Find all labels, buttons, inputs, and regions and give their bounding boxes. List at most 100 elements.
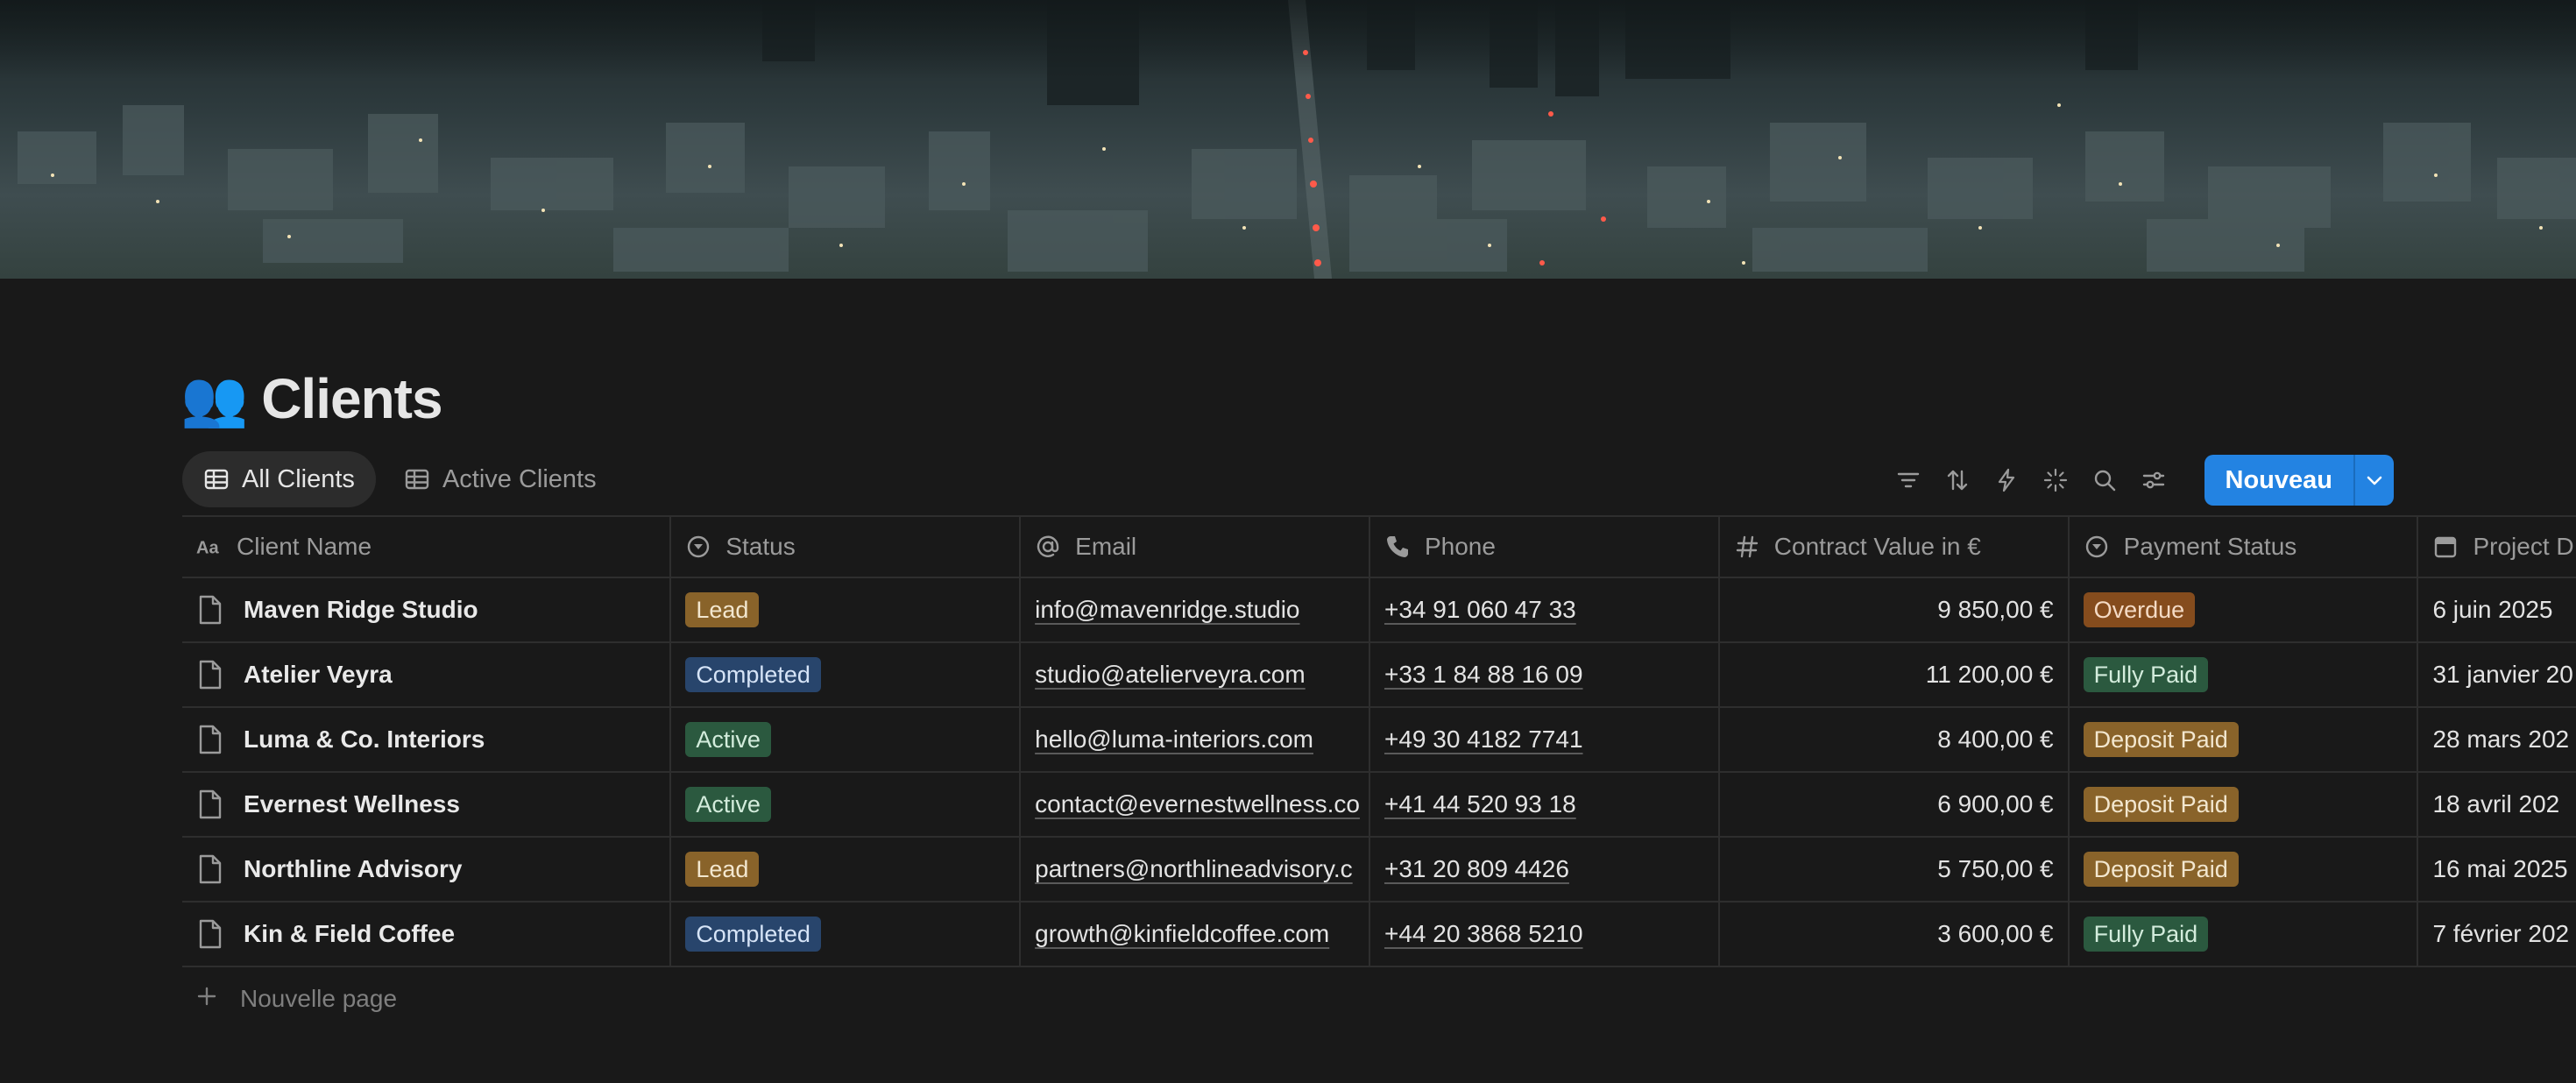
contract-value-cell[interactable]: 9 850,00 € — [1720, 578, 2070, 641]
client-name-cell[interactable]: Northline Advisory — [182, 838, 672, 901]
contract-value-cell[interactable]: 6 900,00 € — [1720, 773, 2070, 836]
email-link[interactable]: info@mavenridge.studio — [1035, 596, 1299, 624]
text-aa-icon: Aa — [196, 534, 223, 560]
new-button-group: Nouveau — [2204, 455, 2394, 506]
payment-status-badge: Overdue — [2083, 592, 2196, 627]
contract-value-cell[interactable]: 8 400,00 € — [1720, 708, 2070, 771]
phone-link[interactable]: +33 1 84 88 16 09 — [1384, 661, 1583, 689]
table-row[interactable]: Atelier Veyra Completed studio@atelierveyr… — [182, 643, 2576, 708]
phone-link[interactable]: +34 91 060 47 33 — [1384, 596, 1576, 624]
email-link[interactable]: studio@atelierveyra.com — [1035, 661, 1306, 689]
table-row[interactable]: Maven Ridge Studio Lead info@mavenridge.st… — [182, 578, 2576, 643]
client-name[interactable]: Atelier Veyra — [244, 661, 393, 689]
status-badge: Lead — [685, 852, 760, 887]
view-tab-all-clients[interactable]: All Clients — [182, 451, 376, 507]
people-emoji-icon[interactable]: 👥 — [180, 366, 248, 431]
client-name[interactable]: Evernest Wellness — [244, 790, 460, 818]
client-name[interactable]: Maven Ridge Studio — [244, 596, 478, 624]
client-name-cell[interactable]: Luma & Co. Interiors — [182, 708, 672, 771]
email-cell[interactable]: studio@atelierveyra.com — [1021, 643, 1370, 706]
status-cell[interactable]: Completed — [671, 902, 1022, 966]
filter-icon[interactable] — [1893, 464, 1924, 496]
email-cell[interactable]: hello@luma-interiors.com — [1021, 708, 1370, 771]
phone-cell[interactable]: +33 1 84 88 16 09 — [1370, 643, 1720, 706]
client-name[interactable]: Kin & Field Coffee — [244, 920, 455, 948]
table-row[interactable]: Kin & Field Coffee Completed growth@kinfie… — [182, 902, 2576, 967]
phone-cell[interactable]: +49 30 4182 7741 — [1370, 708, 1720, 771]
client-name[interactable]: Luma & Co. Interiors — [244, 726, 485, 754]
project-date-cell[interactable]: 28 mars 202 — [2418, 708, 2576, 771]
email-cell[interactable]: info@mavenridge.studio — [1021, 578, 1370, 641]
project-date-cell[interactable]: 18 avril 202 — [2418, 773, 2576, 836]
payment-status-badge: Fully Paid — [2083, 657, 2209, 692]
phone-link[interactable]: +41 44 520 93 18 — [1384, 790, 1576, 818]
phone-link[interactable]: +49 30 4182 7741 — [1384, 726, 1583, 754]
status-cell[interactable]: Lead — [671, 838, 1022, 901]
page-title[interactable]: 👥 Clients — [180, 364, 443, 434]
column-header-project-date[interactable]: Project D — [2418, 517, 2576, 577]
email-link[interactable]: partners@northlineadvisory.c — [1035, 855, 1353, 883]
status-icon — [2084, 534, 2110, 560]
column-header-email[interactable]: Email — [1021, 517, 1370, 577]
email-cell[interactable]: partners@northlineadvisory.c — [1021, 838, 1370, 901]
client-name-cell[interactable]: Evernest Wellness — [182, 773, 672, 836]
email-link[interactable]: contact@evernestwellness.co — [1035, 790, 1360, 818]
payment-status-badge: Fully Paid — [2083, 917, 2209, 952]
status-cell[interactable]: Completed — [671, 643, 1022, 706]
page-title-text[interactable]: Clients — [261, 366, 442, 431]
chevron-down-icon[interactable] — [2355, 455, 2394, 506]
add-new-page-row[interactable]: Nouvelle page — [196, 980, 397, 1018]
column-header-phone[interactable]: Phone — [1370, 517, 1720, 577]
column-header-label: Email — [1075, 533, 1137, 560]
status-cell[interactable]: Lead — [671, 578, 1022, 641]
sort-icon[interactable] — [1942, 464, 1973, 496]
email-cell[interactable]: growth@kinfieldcoffee.com — [1021, 902, 1370, 966]
phone-link[interactable]: +31 20 809 4426 — [1384, 855, 1569, 883]
client-name[interactable]: Northline Advisory — [244, 855, 462, 883]
phone-cell[interactable]: +31 20 809 4426 — [1370, 838, 1720, 901]
column-header-client-name[interactable]: Aa Client Name — [182, 517, 672, 577]
column-header-contract-value[interactable]: Contract Value in € — [1720, 517, 2070, 577]
client-name-cell[interactable]: Maven Ridge Studio — [182, 578, 672, 641]
contract-value-cell[interactable]: 11 200,00 € — [1720, 643, 2070, 706]
payment-status-cell[interactable]: Fully Paid — [2070, 643, 2419, 706]
page-cover-image[interactable] — [0, 0, 2576, 279]
ai-sparkle-icon[interactable] — [2040, 464, 2071, 496]
status-cell[interactable]: Active — [671, 708, 1022, 771]
email-cell[interactable]: contact@evernestwellness.co — [1021, 773, 1370, 836]
status-cell[interactable]: Active — [671, 773, 1022, 836]
project-date-cell[interactable]: 16 mai 2025 — [2418, 838, 2576, 901]
contract-value-cell[interactable]: 5 750,00 € — [1720, 838, 2070, 901]
phone-cell[interactable]: +34 91 060 47 33 — [1370, 578, 1720, 641]
phone-cell[interactable]: +41 44 520 93 18 — [1370, 773, 1720, 836]
email-link[interactable]: hello@luma-interiors.com — [1035, 726, 1313, 754]
search-icon[interactable] — [2089, 464, 2120, 496]
client-name-cell[interactable]: Kin & Field Coffee — [182, 902, 672, 966]
table-row[interactable]: Northline Advisory Lead partners@northline… — [182, 838, 2576, 902]
phone-cell[interactable]: +44 20 3868 5210 — [1370, 902, 1720, 966]
email-link[interactable]: growth@kinfieldcoffee.com — [1035, 920, 1329, 948]
client-name-cell[interactable]: Atelier Veyra — [182, 643, 672, 706]
project-date-cell[interactable]: 6 juin 2025 — [2418, 578, 2576, 641]
payment-status-cell[interactable]: Overdue — [2070, 578, 2419, 641]
project-date-cell[interactable]: 7 février 202 — [2418, 902, 2576, 966]
new-page-button[interactable]: Nouveau — [2204, 455, 2353, 506]
payment-status-cell[interactable]: Deposit Paid — [2070, 838, 2419, 901]
contract-value-cell[interactable]: 3 600,00 € — [1720, 902, 2070, 966]
settings-sliders-icon[interactable] — [2138, 464, 2169, 496]
view-tab-active-clients[interactable]: Active Clients — [383, 451, 618, 507]
project-date: 28 mars 202 — [2432, 726, 2570, 753]
column-header-payment-status[interactable]: Payment Status — [2070, 517, 2419, 577]
payment-status-cell[interactable]: Fully Paid — [2070, 902, 2419, 966]
payment-status-cell[interactable]: Deposit Paid — [2070, 773, 2419, 836]
status-badge: Completed — [685, 657, 821, 692]
phone-link[interactable]: +44 20 3868 5210 — [1384, 920, 1583, 948]
automation-bolt-icon[interactable] — [1991, 464, 2022, 496]
table-row[interactable]: Evernest Wellness Active contact@evernestw… — [182, 773, 2576, 838]
column-header-status[interactable]: Status — [671, 517, 1022, 577]
hash-icon — [1734, 534, 1760, 560]
table-row[interactable]: Luma & Co. Interiors Active hello@luma-int… — [182, 708, 2576, 773]
project-date-cell[interactable]: 31 janvier 20 — [2418, 643, 2576, 706]
payment-status-cell[interactable]: Deposit Paid — [2070, 708, 2419, 771]
phone-icon — [1384, 534, 1411, 560]
